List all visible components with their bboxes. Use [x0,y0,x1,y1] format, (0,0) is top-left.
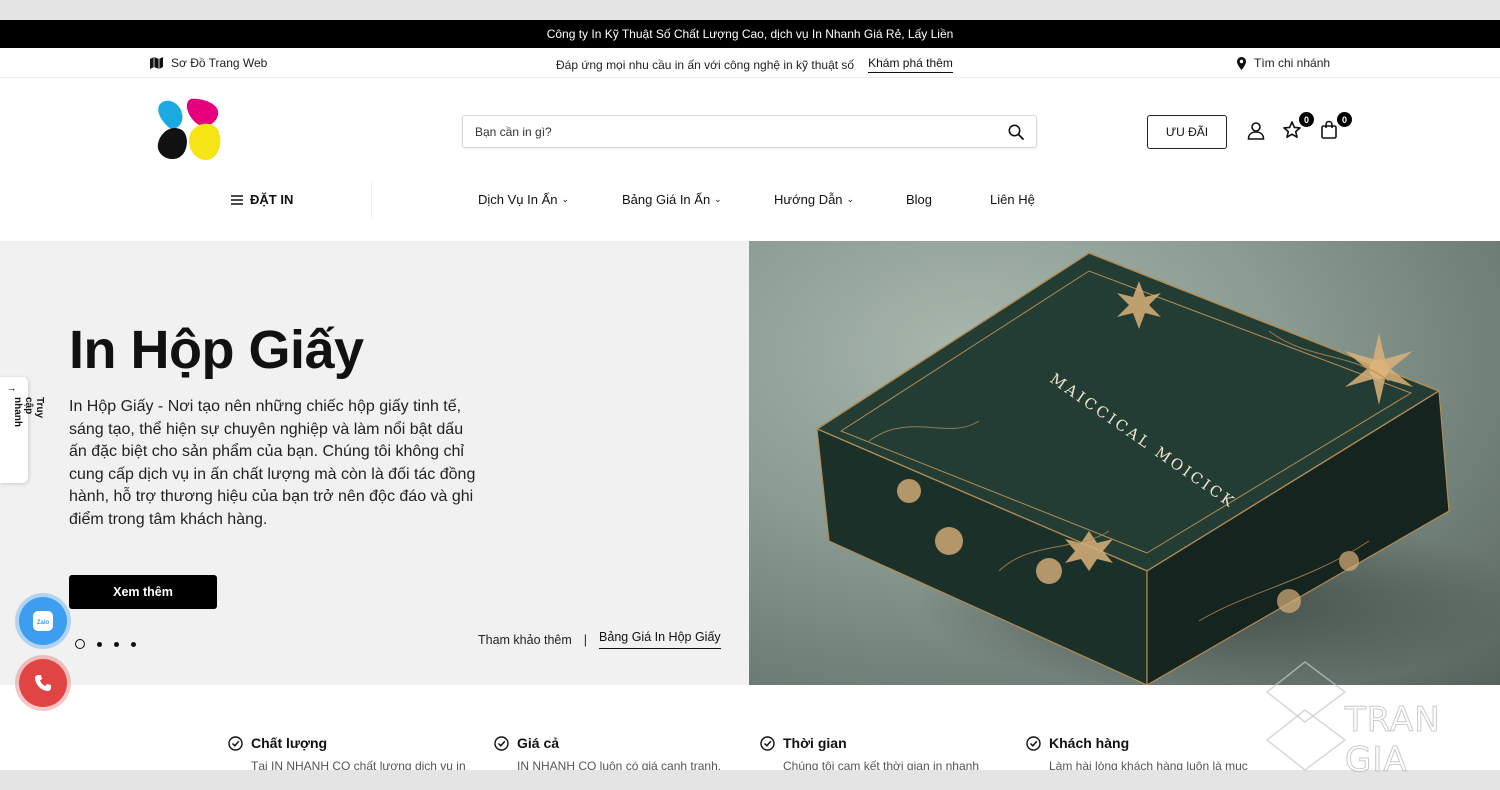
feature-desc: IN NHANH CO luôn có giá cạnh tranh, [517,759,722,770]
svg-text:Zalo: Zalo [37,620,50,626]
search-bar [462,115,1037,148]
search-input[interactable] [475,124,1008,139]
promo-bar: Công ty In Kỹ Thuật Số Chất Lượng Cao, d… [0,20,1500,48]
feature-title: Khách hàng [1049,735,1130,751]
nav-item-contact[interactable]: Liên Hệ [990,192,1035,207]
main-nav: ĐẶT IN Dịch Vụ In Ấn ⌄ Bảng Giá In Ấn ⌄ … [0,182,1500,218]
hamburger-menu-icon [231,194,243,205]
nav-divider [371,182,372,218]
feature-quality: Chất lượng Tại IN NHANH CO chất lượng dị… [228,735,468,770]
price-list-link[interactable]: Bảng Giá In Hộp Giấy [599,630,721,649]
reference-divider: | [583,632,588,647]
feature-title: Chất lượng [251,735,328,751]
brand-logo[interactable] [156,98,224,162]
shopping-bag-icon [1321,120,1337,139]
phone-icon [35,675,51,691]
branch-link[interactable]: Tìm chi nhánh [1237,56,1330,70]
gift-box-illustration: MAICCICAL MOICICK [815,252,1500,685]
user-icon[interactable] [1245,120,1267,142]
page-frame: Công ty In Kỹ Thuật Số Chất Lượng Cao, d… [0,20,1500,770]
feature-desc: Tại IN NHANH CO chất lượng dịch vụ in [251,759,466,770]
nav-item-guide[interactable]: Hướng Dẫn ⌄ [774,192,854,207]
chevron-down-icon: ⌄ [846,194,855,204]
check-circle-icon [760,735,775,751]
sitemap-link[interactable]: Sơ Đồ Trang Web [150,56,267,70]
nav-item-label: Bảng Giá In Ấn [622,192,711,207]
feature-customer: Khách hàng Làm hài lòng khách hàng luôn … [1026,735,1266,770]
chevron-down-icon: ⌄ [561,194,570,204]
reference-label: Tham khảo thêm [478,632,572,647]
nav-item-label: Hướng Dẫn [774,192,843,207]
hero-reference: Tham khảo thêm | Bảng Giá In Hộp Giấy [478,630,721,649]
top-tagline: Đáp ứng mọi nhu cầu in ấn với công nghệ … [556,56,953,73]
hero-slider: In Hộp Giấy In Hộp Giấy - Nơi tạo nên nh… [0,241,1500,685]
order-menu-label: ĐẶT IN [250,192,294,207]
cart-count-badge: 0 [1337,112,1352,127]
order-menu-button[interactable]: ĐẶT IN [231,192,293,207]
tagline-text: Đáp ứng mọi nhu cầu in ấn với công nghệ … [556,57,855,72]
explore-link[interactable]: Khám phá thêm [868,56,953,73]
slider-dot[interactable] [97,641,102,647]
hero-content: In Hộp Giấy In Hộp Giấy - Nơi tạo nên nh… [0,241,749,685]
check-circle-icon [1026,735,1041,751]
check-circle-icon [228,735,243,751]
zalo-icon: Zalo [33,611,53,631]
branch-label: Tìm chi nhánh [1254,56,1331,70]
feature-desc: Chúng tôi cam kết thời gian in nhanh [783,759,979,770]
site-header: ƯU ĐÃI 0 0 ĐẶT IN Dịch Vụ In Ấn ⌄ Bảng G… [0,78,1500,240]
nav-item-price-list[interactable]: Bảng Giá In Ấn ⌄ [622,192,722,207]
nav-item-blog[interactable]: Blog [906,192,932,207]
features-section: Chất lượng Tại IN NHANH CO chất lượng dị… [0,685,1500,770]
map-icon [150,57,163,69]
slider-dot[interactable] [114,641,119,647]
cart-button[interactable]: 0 [1320,112,1352,142]
hero-title: In Hộp Giấy [69,320,364,380]
wishlist-count-badge: 0 [1299,112,1314,127]
promo-text: Công ty In Kỹ Thuật Số Chất Lượng Cao, d… [546,27,954,41]
location-pin-icon [1237,56,1246,70]
slider-dots [75,639,136,649]
nav-item-label: Liên Hệ [990,192,1035,207]
promo-button[interactable]: ƯU ĐÃI [1147,115,1227,149]
wishlist-button[interactable]: 0 [1282,112,1314,142]
check-circle-icon [494,735,509,751]
hero-description: In Hộp Giấy - Nơi tạo nên những chiếc hộ… [69,398,476,528]
quick-access-tab[interactable]: ↑ Truy cập nhanh [0,377,45,483]
slider-dot[interactable] [131,641,136,647]
chevron-down-icon: ⌄ [714,194,722,204]
nav-item-label: Blog [906,192,933,207]
zalo-chat-button[interactable]: Zalo [19,597,67,645]
quick-access-label: ↑ Truy cập nhanh [6,387,45,427]
phone-call-button[interactable] [19,659,67,707]
feature-price: Giá cả IN NHANH CO luôn có giá cạnh tran… [494,735,734,770]
feature-time: Thời gian Chúng tôi cam kết thời gian in… [760,735,1000,770]
hero-image: MAICCICAL MOICICK [749,241,1500,685]
feature-title: Giá cả [517,735,560,751]
slider-dot-active[interactable] [75,639,85,649]
sitemap-label: Sơ Đồ Trang Web [171,56,268,70]
feature-desc: Làm hài lòng khách hàng luôn là mục [1049,759,1248,770]
view-more-button[interactable]: Xem thêm [69,575,217,609]
search-icon[interactable] [1008,124,1024,140]
nav-item-label: Dịch Vụ In Ấn [478,192,558,207]
nav-item-printing-services[interactable]: Dịch Vụ In Ấn ⌄ [478,192,569,207]
feature-title: Thời gian [783,735,847,751]
top-bar: Sơ Đồ Trang Web Đáp ứng mọi nhu cầu in ấ… [0,48,1500,78]
